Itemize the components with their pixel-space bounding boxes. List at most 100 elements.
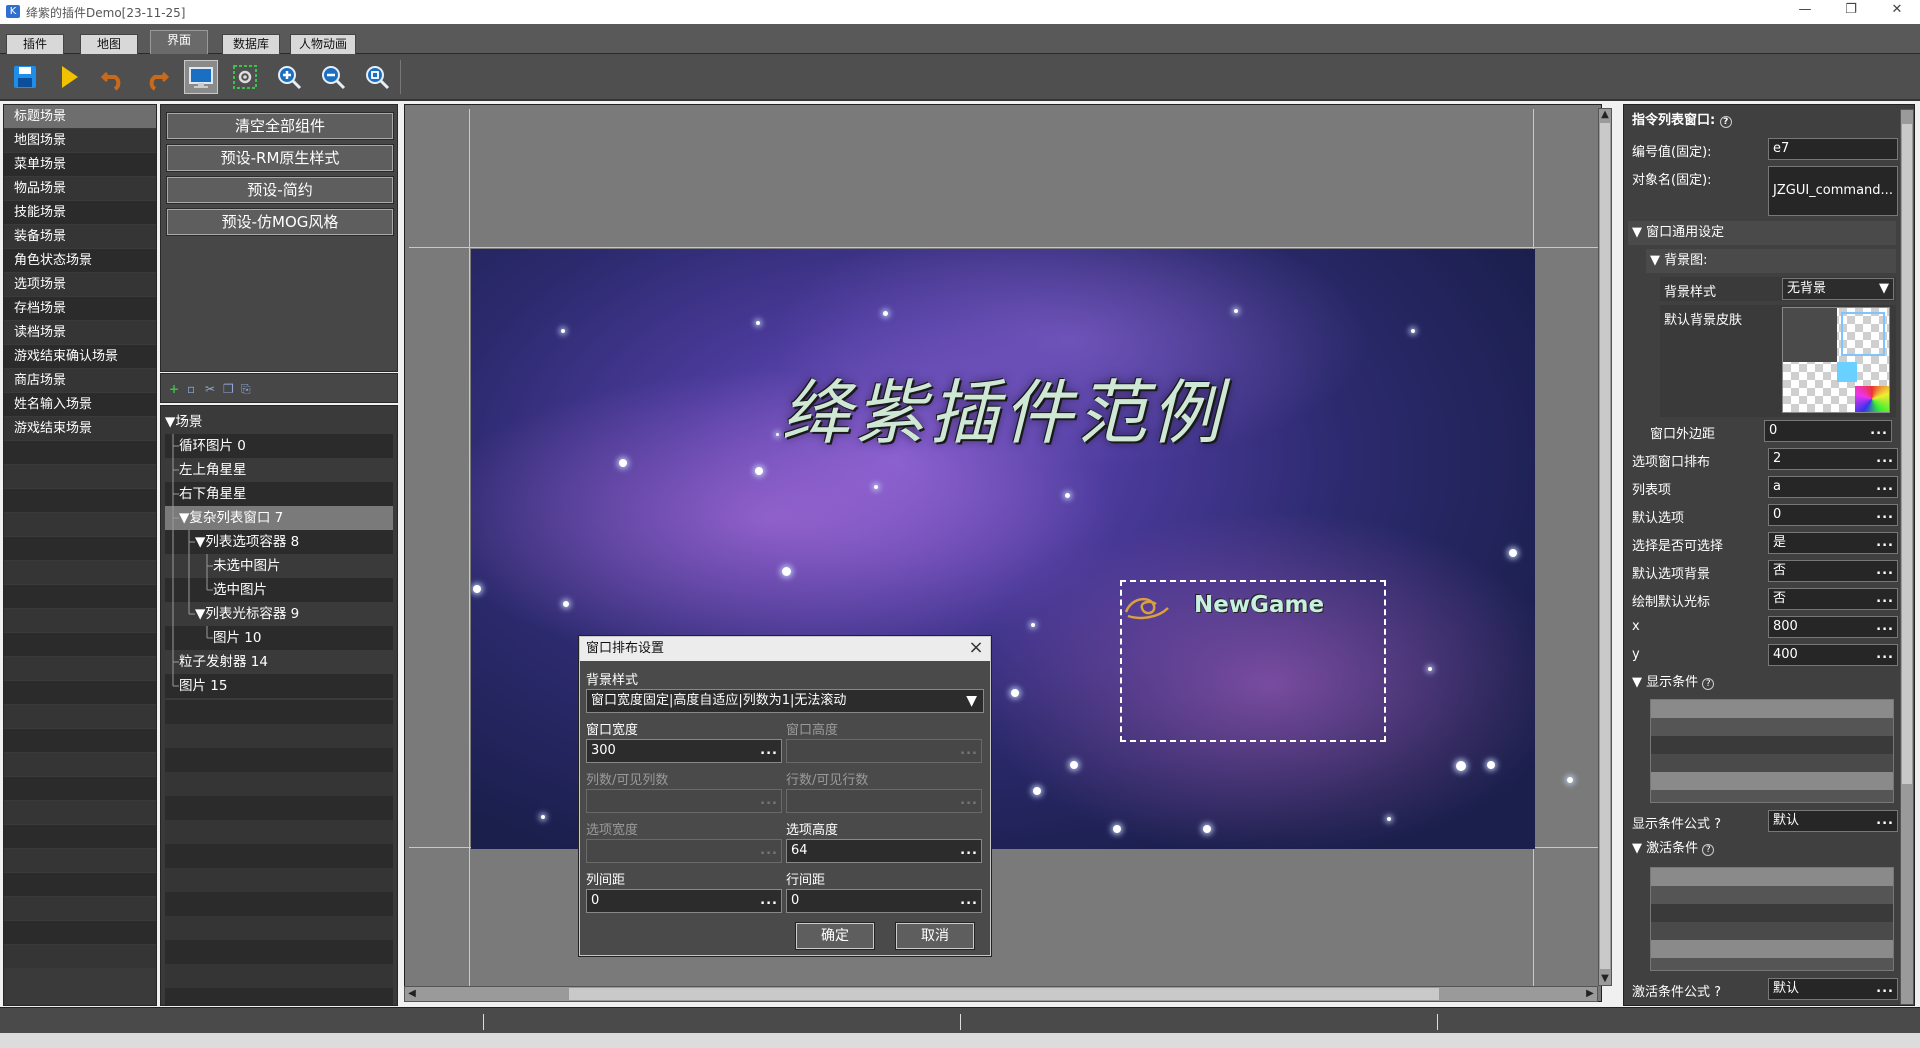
more-icon[interactable]: ... <box>1876 811 1894 831</box>
more-icon[interactable]: ... <box>1876 505 1894 525</box>
cancel-button[interactable]: 取消 <box>895 922 975 950</box>
width-field[interactable]: 300... <box>586 739 782 763</box>
prop-input[interactable]: 默认... <box>1768 810 1898 832</box>
section-background[interactable]: ▼ 背景图: <box>1646 249 1896 273</box>
scene-item[interactable]: 姓名输入场景 <box>4 393 156 417</box>
scene-item[interactable]: 存档场景 <box>4 297 156 321</box>
scroll-left-icon[interactable]: ◀ <box>405 987 419 1001</box>
prop-input[interactable]: 是... <box>1768 532 1898 554</box>
tab-plugins[interactable]: 插件 <box>6 34 64 54</box>
more-icon[interactable]: ... <box>760 890 778 912</box>
prop-input[interactable]: 否... <box>1768 588 1898 610</box>
tree-node[interactable]: 未选中图片 <box>165 554 393 578</box>
help-icon[interactable]: ? <box>1714 985 1721 1000</box>
zoom-out-button[interactable] <box>316 60 350 94</box>
prop-input[interactable]: 2... <box>1768 448 1898 470</box>
bg-style-select[interactable]: 无背景 ▼ <box>1782 278 1894 300</box>
prop-input[interactable]: 0... <box>1764 420 1892 442</box>
tab-database[interactable]: 数据库 <box>222 34 280 54</box>
tree-root[interactable]: ▼场景 <box>165 410 393 434</box>
prop-input[interactable]: 默认... <box>1768 978 1898 1000</box>
section-show-condition[interactable]: ▼ 显示条件 ? <box>1628 671 1896 695</box>
help-icon[interactable]: ? <box>1714 817 1721 832</box>
expand-icon[interactable]: ▼ <box>195 534 205 550</box>
expand-icon[interactable]: ▼ <box>179 510 189 526</box>
more-icon[interactable]: ... <box>960 840 978 862</box>
expand-icon[interactable]: ▼ <box>195 606 205 622</box>
scene-item[interactable]: 地图场景 <box>4 129 156 153</box>
scene-item[interactable]: 物品场景 <box>4 177 156 201</box>
preview-button[interactable] <box>184 60 218 94</box>
tree-node[interactable]: 循环图片 0 <box>165 434 393 458</box>
tree-node[interactable]: ▼列表光标容器 9 <box>165 602 393 626</box>
add-icon[interactable]: + <box>169 382 179 396</box>
tree-node[interactable]: 右下角星星 <box>165 482 393 506</box>
tree-node[interactable]: 粒子发射器 14 <box>165 650 393 674</box>
props-scrollbar[interactable] <box>1900 109 1914 1005</box>
paste-icon[interactable]: ⎘ <box>241 382 251 397</box>
item-height-field[interactable]: 64... <box>786 839 982 863</box>
row-gap-field[interactable]: 0... <box>786 889 982 913</box>
more-icon[interactable]: ... <box>1870 421 1888 441</box>
close-icon[interactable]: × <box>964 637 988 659</box>
scroll-thumb[interactable] <box>1600 123 1610 969</box>
scene-item[interactable]: 菜单场景 <box>4 153 156 177</box>
preset-rm-button[interactable]: 预设-RM原生样式 <box>166 144 394 172</box>
scene-item[interactable]: 技能场景 <box>4 201 156 225</box>
more-icon[interactable]: ... <box>1876 645 1894 665</box>
prop-input[interactable]: 0... <box>1768 504 1898 526</box>
tree-node[interactable]: 选中图片 <box>165 578 393 602</box>
copy-icon[interactable]: ❐ <box>223 382 234 396</box>
skin-preview-image[interactable] <box>1782 307 1890 413</box>
help-icon[interactable]: ? <box>1702 678 1715 690</box>
scroll-up-icon[interactable]: ▲ <box>1599 109 1611 121</box>
more-icon[interactable]: ... <box>1876 617 1894 637</box>
tab-character-anim[interactable]: 人物动画 <box>290 34 356 54</box>
scroll-thumb[interactable] <box>1902 124 1912 784</box>
more-icon[interactable]: ... <box>1876 561 1894 581</box>
save-button[interactable] <box>8 60 42 94</box>
prop-input[interactable]: 800... <box>1768 616 1898 638</box>
section-window-settings[interactable]: ▼ 窗口通用设定 <box>1628 221 1896 245</box>
layout-style-select[interactable]: 窗口宽度固定|高度自适应|列数为1|无法滚动 ▼ <box>586 689 984 713</box>
section-activate-condition[interactable]: ▼ 激活条件 ? <box>1628 837 1896 861</box>
tree-node[interactable]: 左上角星星 <box>165 458 393 482</box>
more-icon[interactable]: ... <box>960 890 978 912</box>
zoom-reset-button[interactable] <box>360 60 394 94</box>
prop-input[interactable]: 400... <box>1768 644 1898 666</box>
tree-node[interactable]: ▼列表选项容器 8 <box>165 530 393 554</box>
scroll-down-icon[interactable]: ▼ <box>1599 973 1611 985</box>
minimize-button[interactable]: — <box>1782 0 1828 22</box>
close-button[interactable]: ✕ <box>1874 0 1920 22</box>
undo-button[interactable] <box>96 60 130 94</box>
tree-node[interactable]: 图片 10 <box>165 626 393 650</box>
scene-item[interactable]: 选项场景 <box>4 273 156 297</box>
redo-button[interactable] <box>140 60 174 94</box>
more-icon[interactable]: ... <box>1876 533 1894 553</box>
cut-icon[interactable]: ✂ <box>205 382 215 396</box>
help-icon[interactable]: ? <box>1702 844 1715 856</box>
scene-item[interactable]: 读档场景 <box>4 321 156 345</box>
more-icon[interactable]: ... <box>1876 477 1894 497</box>
more-icon[interactable]: ... <box>760 740 778 762</box>
delete-icon[interactable]: ▫ <box>187 382 195 396</box>
canvas-horizontal-scrollbar[interactable]: ◀ ▶ <box>404 986 1598 1002</box>
scene-item[interactable]: 游戏结束确认场景 <box>4 345 156 369</box>
scene-item[interactable]: 角色状态场景 <box>4 249 156 273</box>
more-icon[interactable]: ... <box>1876 589 1894 609</box>
tab-ui[interactable]: 界面 <box>150 30 208 54</box>
scene-item[interactable]: 游戏结束场景 <box>4 417 156 441</box>
scene-item[interactable]: 商店场景 <box>4 369 156 393</box>
show-condition-list[interactable] <box>1650 699 1894 803</box>
expand-icon[interactable]: ▼ <box>165 414 175 430</box>
scene-item[interactable]: 标题场景 <box>4 105 156 129</box>
tab-map[interactable]: 地图 <box>80 34 138 54</box>
settings-button[interactable] <box>228 60 262 94</box>
ok-button[interactable]: 确定 <box>795 922 875 950</box>
help-icon[interactable]: ? <box>1719 116 1732 128</box>
clear-all-button[interactable]: 清空全部组件 <box>166 112 394 140</box>
col-gap-field[interactable]: 0... <box>586 889 782 913</box>
more-icon[interactable]: ... <box>1876 979 1894 999</box>
zoom-in-button[interactable] <box>272 60 306 94</box>
canvas-vertical-scrollbar[interactable]: ▲ ▼ <box>1598 108 1612 986</box>
